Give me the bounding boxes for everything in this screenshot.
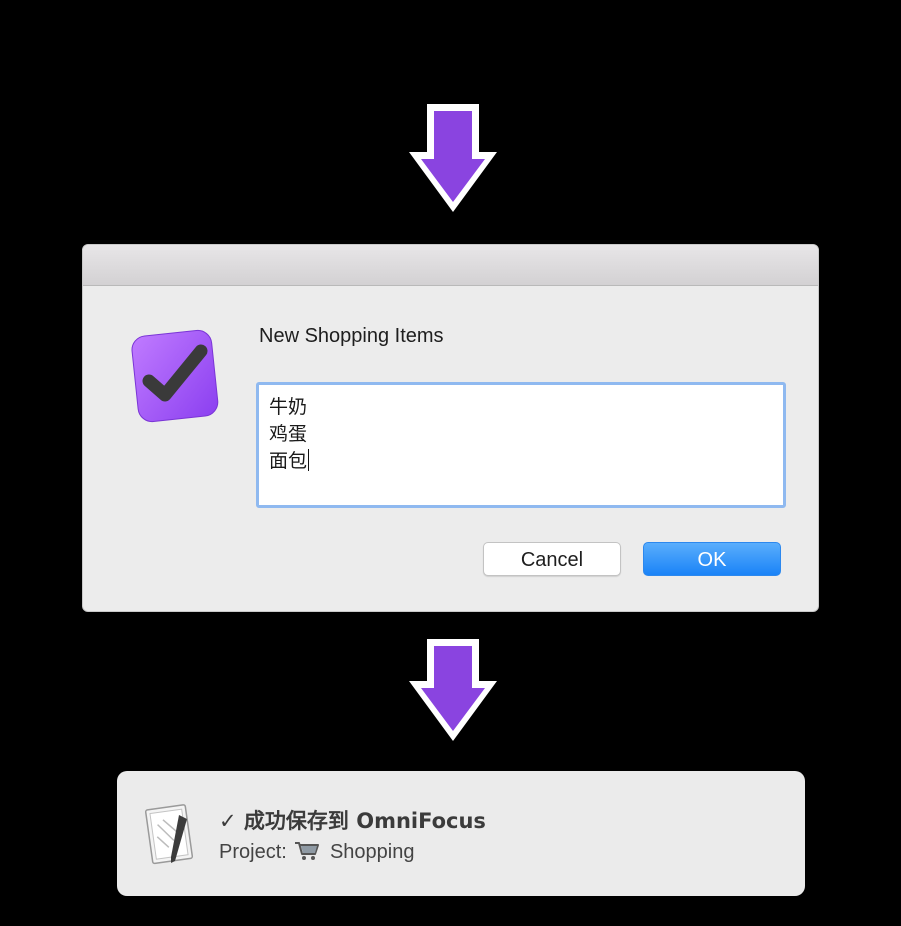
ok-button[interactable]: OK [643,542,781,576]
notification-banner[interactable]: ✓ 成功保存到 OmniFocus Project: Shopping [117,771,805,896]
dialog-titlebar[interactable] [83,245,818,286]
item-line-text: 面包 [269,450,308,472]
omnifocus-app-icon [131,329,219,423]
script-editor-icon [144,804,194,865]
item-line: 牛奶 [269,396,308,418]
project-label: Project: [219,841,287,863]
item-line-last: 面包 [269,448,773,475]
project-name: Shopping [329,841,415,863]
text-caret [308,449,310,471]
cancel-button[interactable]: Cancel [483,542,621,576]
down-arrow-icon [409,639,497,741]
shopping-cart-icon [295,842,320,860]
new-items-dialog: New Shopping Items 牛奶 鸡蛋 面包 Cancel OK [82,244,819,612]
notification-subtitle: Project: Shopping [219,840,414,864]
item-line: 鸡蛋 [269,423,308,445]
items-textarea[interactable]: 牛奶 鸡蛋 面包 [256,382,786,508]
notification-title: ✓ 成功保存到 OmniFocus [219,809,486,833]
dialog-prompt: New Shopping Items [259,325,444,347]
down-arrow-icon [409,104,497,212]
